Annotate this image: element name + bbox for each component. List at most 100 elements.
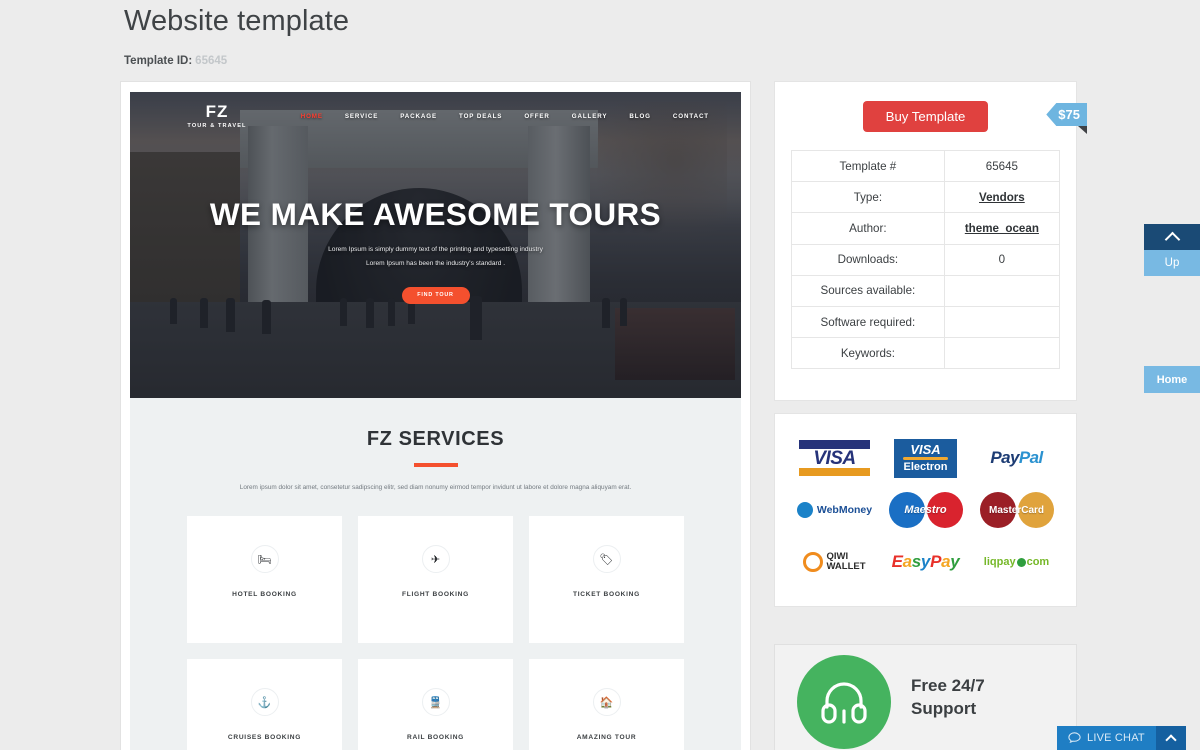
payment-logo-grid: VISA VISA Electron PayPal WebMoney Maest… <box>789 432 1062 588</box>
paypal-logo: PayPal <box>971 432 1062 484</box>
services-title-rule <box>413 463 458 467</box>
service-card-label: RAIL BOOKING <box>407 734 464 742</box>
template-id-label: Template ID: <box>124 54 193 67</box>
service-card-label: FLIGHT BOOKING <box>402 591 469 599</box>
template-meta-table: Template # 65645 Type: Vendors Author: t… <box>791 149 1061 370</box>
template-preview-frame[interactable]: FZ TOUR & TRAVEL HOME SERVICE PACKAGE TO… <box>130 92 741 750</box>
maestro-text: Maestro <box>904 504 947 516</box>
visa-electron-logo: VISA Electron <box>880 432 971 484</box>
table-row: Downloads: 0 <box>791 243 1061 276</box>
visa-electron-line1: VISA <box>910 441 941 457</box>
meta-value <box>943 305 1061 339</box>
find-tour-button[interactable]: FIND TOUR <box>401 286 470 304</box>
nav-item-home[interactable]: HOME <box>301 113 323 120</box>
liqpay-dot-icon <box>1016 557 1026 567</box>
page-title: Website template <box>124 5 350 37</box>
brand-name: FZ <box>205 102 229 121</box>
services-desc-line1: Lorem ipsum dolor sit amet, consetetur s… <box>239 484 491 491</box>
meta-key: Software required: <box>791 305 945 339</box>
nav-item-top-deals[interactable]: TOP DEALS <box>459 113 502 120</box>
easypay-logo: EasyPay <box>891 552 960 571</box>
service-cards: 🛏 HOTEL BOOKING ✈ FLIGHT BOOKING 🏷 TICKE… <box>130 494 741 750</box>
services-desc-line2: invidunt ut labore et dolore magna aliqu… <box>492 484 632 491</box>
nav-item-service[interactable]: SERVICE <box>345 113 378 120</box>
nav-item-blog[interactable]: BLOG <box>629 113 650 120</box>
meta-key: Downloads: <box>791 243 945 276</box>
site-brand[interactable]: FZ TOUR & TRAVEL <box>142 103 292 129</box>
visa-electron-line2: Electron <box>903 460 948 473</box>
support-box: Free 24/7 Support <box>775 645 1076 750</box>
home-icon: 🏠 <box>592 688 621 717</box>
chat-bubble-icon <box>1068 732 1081 743</box>
hero-copy: WE MAKE AWESOME TOURS Lorem Ipsum is sim… <box>130 196 741 304</box>
buy-row: Buy Template $75 <box>791 101 1087 134</box>
meta-value: 0 <box>943 243 1061 276</box>
liqpay-part2: com <box>1026 556 1050 568</box>
chevron-up-icon[interactable] <box>1155 726 1186 750</box>
plane-icon: ✈ <box>421 545 450 574</box>
scroll-up-label[interactable]: Up <box>1144 250 1200 276</box>
scroll-up-widget[interactable]: Up <box>1144 224 1200 276</box>
maestro-logo: Maestro <box>880 484 971 536</box>
meta-key: Type: <box>791 181 945 214</box>
webmoney-logo: WebMoney <box>789 484 880 536</box>
nav-item-package[interactable]: PACKAGE <box>400 113 437 120</box>
mastercard-logo: MasterCard <box>971 484 1062 536</box>
brand-tagline: TOUR & TRAVEL <box>187 123 247 129</box>
service-card-amazing-tour[interactable]: 🏠 AMAZING TOUR <box>529 659 684 750</box>
buy-template-button[interactable]: Buy Template <box>863 101 988 132</box>
meta-value <box>943 337 1061 370</box>
qiwi-mark-icon <box>803 552 824 572</box>
meta-key: Sources available: <box>791 274 945 307</box>
qiwi-line2: WALLET <box>826 561 866 572</box>
ticket-icon: 🏷 <box>592 545 621 574</box>
live-chat-label: LIVE CHAT <box>1087 732 1145 744</box>
service-card-rail-booking[interactable]: 🚆 RAIL BOOKING <box>358 659 513 750</box>
site-navbar[interactable]: FZ TOUR & TRAVEL HOME SERVICE PACKAGE TO… <box>130 92 741 140</box>
service-card-label: AMAZING TOUR <box>576 734 637 742</box>
table-row: Template # 65645 <box>791 149 1061 183</box>
template-id-value: 65645 <box>195 54 228 67</box>
visa-logo-text: VISA <box>813 447 856 469</box>
site-nav-links[interactable]: HOME SERVICE PACKAGE TOP DEALS OFFER GAL… <box>301 113 729 120</box>
bed-icon: 🛏 <box>250 545 279 574</box>
author-link[interactable]: theme_ocean <box>965 222 1039 235</box>
ship-icon: ⚓ <box>250 688 279 717</box>
hero-subtext: Lorem Ipsum is simply dummy text of the … <box>148 243 723 271</box>
table-row: Author: theme_ocean <box>791 212 1061 245</box>
live-chat-bar[interactable]: LIVE CHAT <box>1057 726 1186 750</box>
template-preview-panel[interactable]: FZ TOUR & TRAVEL HOME SERVICE PACKAGE TO… <box>121 82 750 750</box>
nav-item-contact[interactable]: CONTACT <box>673 113 709 120</box>
services-title: FZ SERVICES <box>366 428 505 450</box>
price-badge-fold <box>1078 126 1087 134</box>
home-widget[interactable]: Home <box>1144 366 1200 393</box>
template-id-row: Template ID: 65645 <box>124 55 1084 67</box>
table-row: Software required: <box>791 305 1061 339</box>
type-link[interactable]: Vendors <box>979 191 1025 204</box>
mastercard-text: MasterCard <box>988 504 1045 516</box>
meta-value: 65645 <box>943 149 1061 183</box>
price-badge: $75 <box>1046 103 1087 126</box>
service-card-ticket-booking[interactable]: 🏷 TICKET BOOKING <box>529 516 684 644</box>
hero-subtext-line2: Lorem Ipsum has been the industry's stan… <box>365 259 506 267</box>
service-card-label: TICKET BOOKING <box>573 591 640 599</box>
hero-subtext-line1: Lorem Ipsum is simply dummy text of the … <box>328 246 543 253</box>
hero-section: FZ TOUR & TRAVEL HOME SERVICE PACKAGE TO… <box>130 92 741 398</box>
service-card-hotel-booking[interactable]: 🛏 HOTEL BOOKING <box>187 516 342 644</box>
meta-key: Template # <box>791 149 945 183</box>
table-row: Keywords: <box>791 337 1061 370</box>
meta-value-cell: Vendors <box>943 181 1061 214</box>
liqpay-logo: liqpay com <box>971 536 1062 588</box>
table-row: Sources available: <box>791 274 1061 307</box>
paypal-part1: Pay <box>990 448 1019 467</box>
chevron-up-icon[interactable] <box>1144 224 1200 250</box>
live-chat-button[interactable]: LIVE CHAT <box>1057 726 1156 750</box>
services-description: Lorem ipsum dolor sit amet, consetetur s… <box>130 481 741 494</box>
service-card-flight-booking[interactable]: ✈ FLIGHT BOOKING <box>358 516 513 644</box>
paypal-part2: Pal <box>1018 448 1043 467</box>
nav-item-offer[interactable]: OFFER <box>524 113 549 120</box>
service-card-label: HOTEL BOOKING <box>232 591 297 599</box>
nav-item-gallery[interactable]: GALLERY <box>572 113 608 120</box>
service-card-cruises-booking[interactable]: ⚓ CRUISES BOOKING <box>187 659 342 750</box>
table-row: Type: Vendors <box>791 181 1061 214</box>
